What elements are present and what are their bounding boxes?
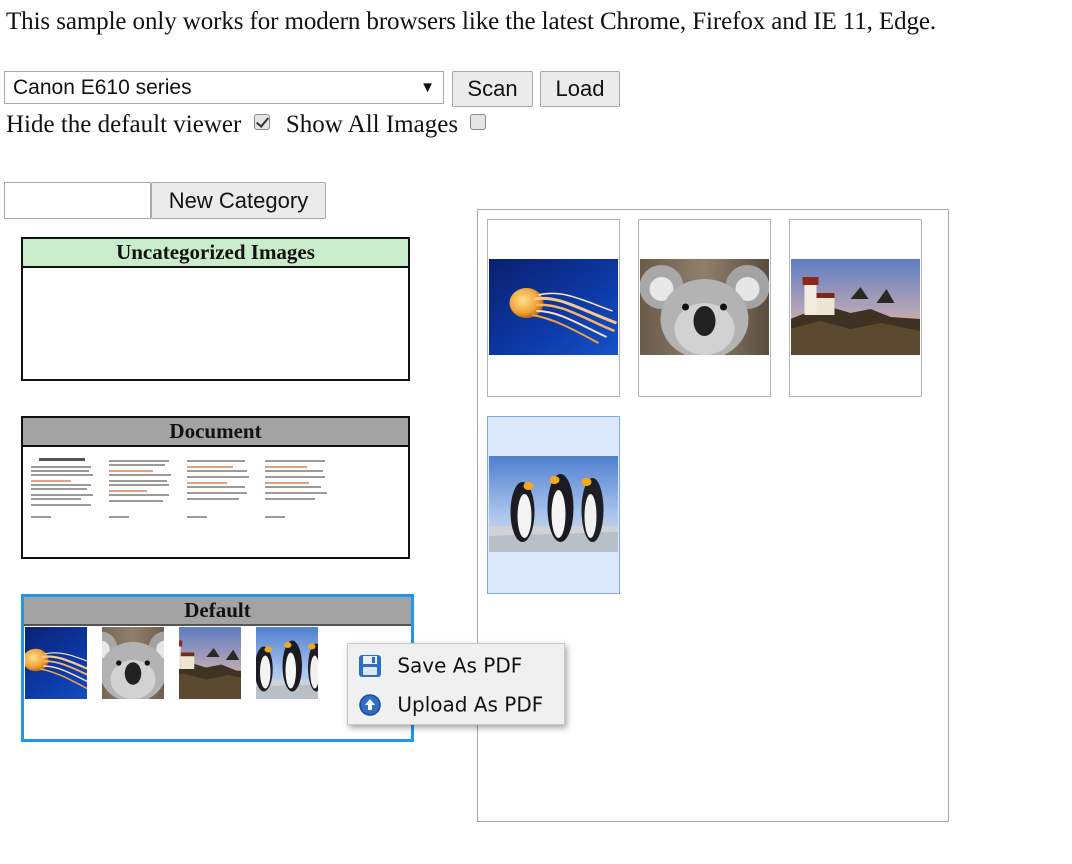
- category-title: Document: [23, 418, 408, 447]
- viewer-image-lighthouse[interactable]: [789, 219, 922, 397]
- category-title: Default: [24, 597, 411, 626]
- upload-globe-icon: [359, 693, 381, 716]
- category-uncategorized[interactable]: Uncategorized Images: [21, 237, 410, 381]
- penguins-image: [489, 456, 618, 552]
- scanner-source-select[interactable]: Canon E610 series ▼: [4, 71, 444, 104]
- jellyfish-image: [489, 259, 618, 355]
- viewer-image-jellyfish[interactable]: [487, 219, 620, 397]
- koala-thumbnail[interactable]: [102, 627, 164, 699]
- dropdown-arrow-icon: ▼: [420, 79, 435, 96]
- image-viewer[interactable]: [477, 209, 949, 822]
- scan-button[interactable]: Scan: [452, 71, 533, 107]
- category-title: Uncategorized Images: [23, 239, 408, 268]
- floppy-disk-icon: [359, 654, 381, 677]
- jellyfish-thumbnail[interactable]: [25, 627, 87, 699]
- show-all-images-label: Show All Images: [285, 111, 459, 138]
- upload-as-pdf-menu-item[interactable]: Upload As PDF: [358, 688, 543, 718]
- lighthouse-image: [791, 259, 920, 355]
- viewer-image-koala[interactable]: [638, 219, 771, 397]
- context-menu: Save As PDF Upload As PDF: [347, 643, 565, 725]
- hide-default-viewer-checkbox[interactable]: [253, 114, 270, 130]
- viewer-image-penguins[interactable]: [487, 416, 620, 594]
- new-category-button[interactable]: New Category: [151, 182, 326, 219]
- viewer-options: Hide the default viewer Show All Images: [6, 111, 490, 139]
- document-page-thumbnail[interactable]: [187, 454, 255, 522]
- document-page-thumbnail[interactable]: [265, 454, 333, 522]
- show-all-images-checkbox[interactable]: [470, 114, 487, 130]
- load-button[interactable]: Load: [540, 71, 620, 107]
- upload-as-pdf-label: Upload As PDF: [397, 692, 544, 717]
- lighthouse-thumbnail[interactable]: [179, 627, 241, 699]
- scanner-source-value: Canon E610 series: [13, 76, 192, 99]
- document-page-thumbnail[interactable]: [31, 454, 99, 522]
- hide-default-viewer-label: Hide the default viewer: [6, 111, 242, 138]
- category-name-input[interactable]: [4, 182, 151, 219]
- category-document[interactable]: Document: [21, 416, 410, 559]
- category-thumbnails: [27, 450, 404, 526]
- penguins-thumbnail[interactable]: [256, 627, 318, 699]
- document-page-thumbnail[interactable]: [109, 454, 177, 522]
- koala-image: [640, 259, 769, 355]
- browser-support-notice: This sample only works for modern browse…: [6, 8, 937, 35]
- save-as-pdf-label: Save As PDF: [397, 653, 523, 678]
- save-as-pdf-menu-item[interactable]: Save As PDF: [358, 649, 522, 679]
